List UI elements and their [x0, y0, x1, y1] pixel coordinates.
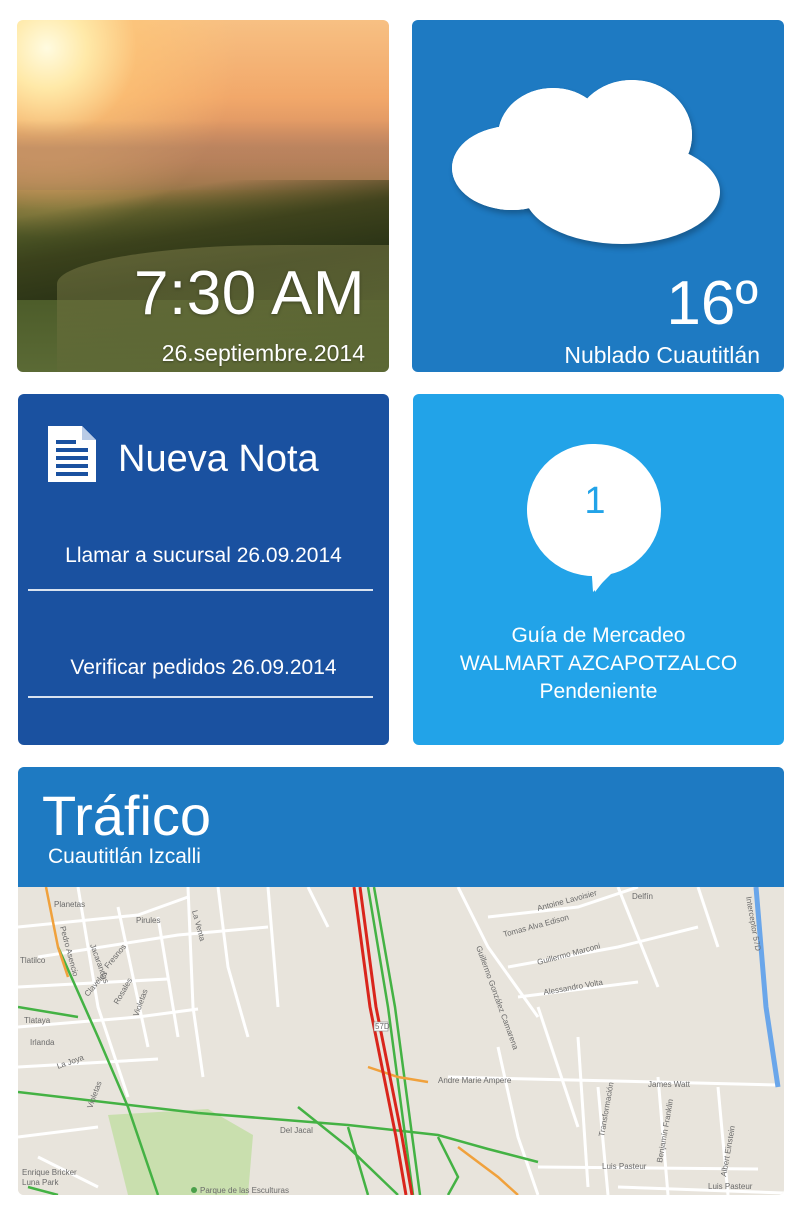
- traffic-header: Tráfico Cuautitlán Izcalli: [18, 767, 784, 887]
- note-item[interactable]: Verificar pedidos 26.09.2014: [18, 656, 389, 680]
- clock-time: 7:30 AM: [134, 259, 365, 328]
- map-label: Planetas: [54, 900, 85, 909]
- map-label: Pirules: [136, 916, 160, 925]
- notes-title: Nueva Nota: [118, 438, 319, 480]
- traffic-tile[interactable]: Tráfico Cuautitlán Izcalli 57D Planetas …: [18, 767, 784, 1195]
- weather-description: Nublado Cuautitlán: [564, 342, 760, 368]
- clock-date: 26.septiembre.2014: [161, 340, 365, 366]
- map-label-park: Parque de las Esculturas: [200, 1186, 289, 1195]
- map-label: Enrique Bricker: [22, 1168, 77, 1177]
- reminder-tile[interactable]: 1 Guía de Mercadeo WALMART AZCAPOTZALCO …: [413, 394, 784, 745]
- reminder-store: WALMART AZCAPOTZALCO: [459, 652, 738, 675]
- weather-tile[interactable]: 16º Nublado Cuautitlán: [412, 20, 784, 372]
- map-label: Tlatilco: [20, 956, 46, 965]
- map-label: Luis Pasteur: [602, 1162, 647, 1171]
- map-label-shield: 57D: [375, 1022, 390, 1031]
- traffic-title: Tráfico: [42, 784, 212, 847]
- note-item[interactable]: Llamar a sucursal 26.09.2014: [18, 544, 389, 568]
- reminder-title: Guía de Mercadeo: [511, 624, 686, 647]
- note-divider: [28, 589, 373, 591]
- map-label: Delfín: [632, 892, 653, 901]
- map-label: Andre Marie Ampere: [438, 1076, 512, 1085]
- map-label: Luis Pasteur: [708, 1182, 753, 1191]
- cloud-icon: [452, 80, 732, 250]
- temperature: 16º: [666, 269, 758, 338]
- map-label: Tlataya: [24, 1016, 51, 1025]
- traffic-location: Cuautitlán Izcalli: [48, 845, 201, 868]
- map-label: James Watt: [648, 1080, 691, 1089]
- traffic-map[interactable]: 57D Planetas Pirules La Venta Pedro Asen…: [18, 887, 784, 1195]
- notes-tile[interactable]: Nueva Nota Llamar a sucursal 26.09.2014 …: [18, 394, 389, 745]
- document-icon: [48, 426, 96, 482]
- notification-count: 1: [584, 480, 606, 522]
- clock-tile[interactable]: 7:30 AM 26.septiembre.2014: [17, 20, 389, 372]
- map-label: Luna Park: [22, 1178, 59, 1187]
- reminder-status: Pendeniente: [539, 680, 658, 703]
- note-divider: [28, 696, 373, 698]
- map-label: Irlanda: [30, 1038, 55, 1047]
- map-label: Del Jacal: [280, 1126, 313, 1135]
